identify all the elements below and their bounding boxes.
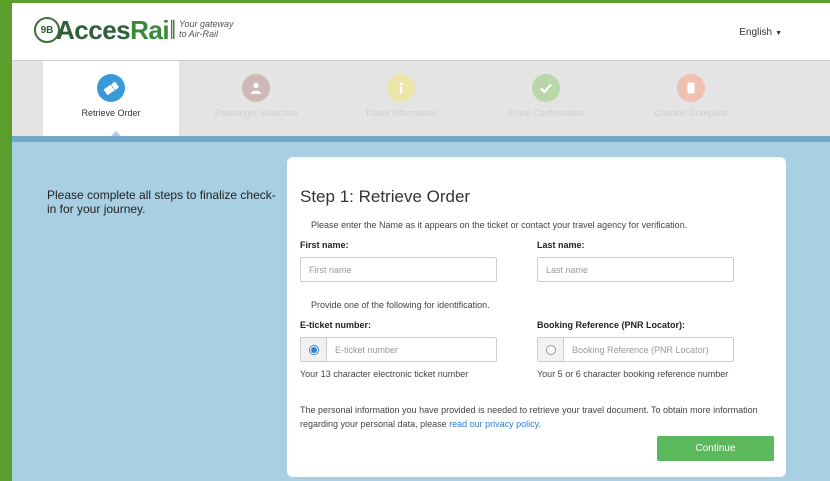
person-icon	[242, 74, 270, 102]
step-email-confirmation: Email Confirmation	[478, 61, 614, 137]
retrieve-order-card: Step 1: Retrieve Order Please enter the …	[287, 157, 786, 477]
accesrail-logo[interactable]: 9B AccesRail	[34, 15, 176, 45]
booking-reference-hint: Your 5 or 6 character booking reference …	[537, 369, 729, 379]
first-name-label: First name:	[300, 240, 349, 250]
form-instruction: Please enter the Name as it appears on t…	[311, 220, 688, 230]
first-name-input[interactable]	[300, 257, 497, 282]
ticket-icon	[97, 74, 125, 102]
mobile-icon	[677, 74, 705, 102]
booking-reference-input[interactable]	[564, 338, 733, 361]
step-label: Email Confirmation	[507, 108, 585, 118]
privacy-notice: The personal information you have provid…	[300, 405, 758, 429]
eticket-hint: Your 13 character electronic ticket numb…	[300, 369, 469, 379]
step-travel-information: Travel Information	[333, 61, 469, 137]
tagline: Your gateway to Air-Rail	[172, 19, 234, 39]
booking-reference-radio[interactable]	[545, 344, 556, 355]
step-label: Passenger Selection	[214, 108, 298, 118]
info-icon	[387, 74, 415, 102]
check-icon	[532, 74, 560, 102]
step-label: Travel Information	[364, 108, 438, 118]
step-label: Retrieve Order	[81, 108, 141, 118]
privacy-policy-link[interactable]: read our privacy policy	[449, 419, 538, 429]
booking-reference-radio-box[interactable]	[538, 338, 564, 361]
progress-steps: Retrieve Order Passenger Selection Trave…	[12, 60, 830, 138]
continue-button[interactable]: Continue	[657, 436, 774, 461]
step-retrieve-order[interactable]: Retrieve Order	[43, 61, 179, 137]
booking-reference-input-group	[537, 337, 734, 362]
caret-down-icon: ▼	[775, 30, 782, 37]
eticket-label: E-ticket number:	[300, 320, 372, 330]
logo-text: AccesRail	[56, 15, 176, 45]
last-name-input[interactable]	[537, 257, 734, 282]
identification-instruction: Provide one of the following for identif…	[311, 300, 490, 310]
form-title: Step 1: Retrieve Order	[300, 187, 471, 206]
step-checkin-complete: Checkin Complete	[623, 61, 759, 137]
logo-badge: 9B	[34, 17, 60, 43]
step-passenger-selection: Passenger Selection	[188, 61, 324, 137]
booking-reference-label: Booking Reference (PNR Locator):	[537, 320, 686, 330]
eticket-radio[interactable]	[308, 344, 319, 355]
header: 9B AccesRail Your gateway to Air-Rail En…	[12, 3, 830, 60]
language-dropdown[interactable]: English ▼	[739, 27, 782, 38]
eticket-input-group	[300, 337, 497, 362]
last-name-label: Last name:	[537, 240, 585, 250]
eticket-input[interactable]	[327, 338, 496, 361]
main-content: Please complete all steps to finalize ch…	[12, 136, 830, 481]
intro-text: Please complete all steps to finalize ch…	[47, 188, 276, 216]
step-label: Checkin Complete	[654, 108, 728, 118]
eticket-radio-box[interactable]	[301, 338, 327, 361]
